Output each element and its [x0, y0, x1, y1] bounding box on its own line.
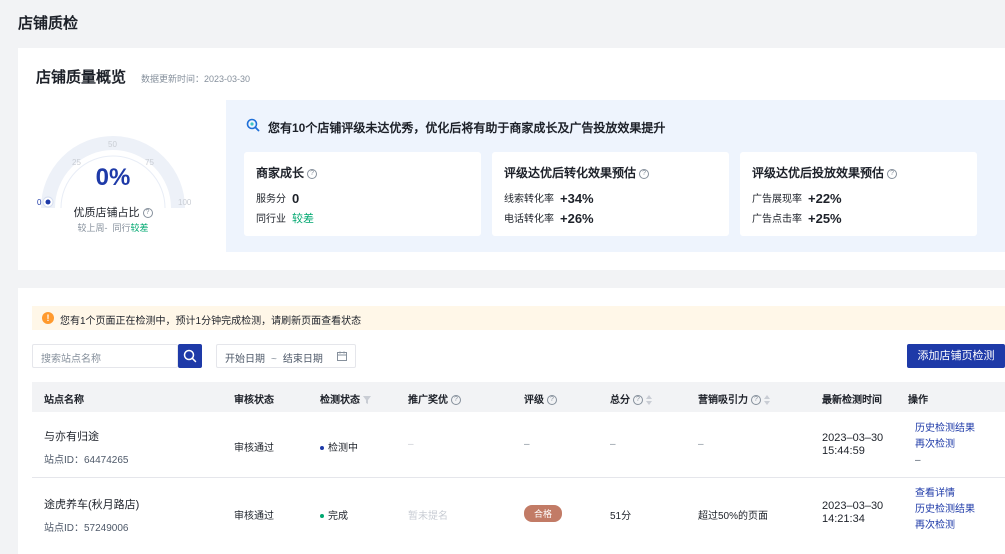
empty-action: –: [915, 455, 921, 466]
growth-card: 商家成长? 服务分 0 同行业 较差: [244, 152, 481, 236]
notice-bar: ! 您有1个页面正在检测中，预计1分钟完成检测，请刷新页面查看状态: [32, 306, 1005, 330]
notice-text: 您有1个页面正在检测中，预计1分钟完成检测，请刷新页面查看状态: [60, 316, 362, 327]
detect-status: 完成: [320, 507, 348, 522]
quality-gauge: 0 25 50 75 100 0% 优质店铺占比? 较上周- 同行较差: [28, 126, 198, 246]
promotion-value: –: [408, 439, 414, 450]
audit-status: 审核通过: [234, 511, 274, 522]
date-range-picker[interactable]: 开始日期 ~ 结束日期: [216, 344, 356, 368]
gauge-value: 0%: [95, 164, 131, 191]
col-site-name: 站点名称: [44, 395, 84, 406]
help-icon[interactable]: ?: [451, 395, 461, 406]
grade-value: 合格: [524, 505, 563, 522]
table-row: 与亦有归途 站点ID：64474265 审核通过 检测中 – – – – 202…: [32, 412, 1005, 478]
col-audit-status: 审核状态: [234, 395, 274, 406]
site-id: 站点ID：64474265: [44, 455, 129, 466]
col-latest-check-time: 最新检测时间: [822, 395, 882, 406]
insight-icon: [246, 118, 260, 132]
recheck-link[interactable]: 再次检测: [915, 518, 975, 534]
calendar-icon: [337, 351, 347, 361]
page-title: 店铺质检: [18, 15, 79, 32]
appeal-value: –: [698, 439, 704, 450]
search-button[interactable]: [178, 344, 202, 368]
help-icon[interactable]: ?: [639, 168, 650, 179]
help-icon[interactable]: ?: [633, 395, 643, 406]
check-time: 2023–03–30 14:21:34: [822, 500, 884, 525]
phone-conversion: 电话转化率 +26%: [504, 211, 594, 226]
history-results-link[interactable]: 历史检测结果: [915, 502, 975, 518]
help-icon[interactable]: ?: [307, 168, 318, 179]
status-dot: [320, 446, 324, 451]
col-actions: 操作: [908, 395, 928, 406]
ad-effect-title: 评级达优后投放效果预估?: [752, 164, 898, 181]
actions-cell: 历史检测结果 再次检测 –: [915, 421, 975, 469]
actions-cell: 查看详情 历史检测结果 再次检测: [915, 486, 975, 534]
history-results-link[interactable]: 历史检测结果: [915, 421, 975, 437]
date-end: 结束日期: [282, 354, 323, 365]
update-time: 数据更新时间：2023-03-30: [141, 74, 251, 84]
ad-effect-card: 评级达优后投放效果预估? 广告展现率 +22% 广告点击率 +25%: [740, 152, 977, 236]
help-icon[interactable]: ?: [547, 395, 557, 406]
col-total-score[interactable]: 总分?: [610, 391, 652, 406]
filter-icon[interactable]: [363, 396, 371, 405]
ad-impression-rate: 广告展现率 +22%: [752, 191, 842, 206]
grade-badge: 合格: [524, 505, 563, 522]
site-cell: 途虎养车(秋月路店) 站点ID：57249006: [44, 496, 139, 534]
appeal-value: 超过50%的页面: [698, 511, 769, 522]
col-promotion: 推广奖优?: [408, 391, 461, 406]
help-icon[interactable]: ?: [887, 168, 898, 179]
score-value: 51分: [610, 511, 632, 522]
recheck-link[interactable]: 再次检测: [915, 437, 975, 453]
promotion-value: 暂未提名: [408, 511, 448, 522]
tip-panel: 您有10个店铺评级未达优秀，优化后将有助于商家成长及广告投放效果提升 商家成长?…: [226, 100, 1005, 252]
list-card: ! 您有1个页面正在检测中，预计1分钟完成检测，请刷新页面查看状态 搜索站点名称…: [18, 288, 1005, 554]
lead-conversion: 线索转化率 +34%: [504, 191, 594, 206]
service-score: 服务分 0: [256, 191, 300, 206]
sort-icon[interactable]: [764, 395, 770, 406]
site-name: 与亦有归途: [44, 431, 99, 443]
help-icon[interactable]: ?: [751, 395, 761, 406]
gauge-label: 优质店铺占比?: [28, 204, 198, 220]
search-icon: [183, 349, 197, 363]
col-grade: 评级?: [524, 391, 557, 406]
col-marketing-appeal[interactable]: 营销吸引力?: [698, 391, 770, 406]
site-name: 途虎养车(秋月路店): [44, 499, 140, 511]
audit-status: 审核通过: [234, 443, 274, 454]
detect-status: 检测中: [320, 439, 358, 454]
peer-value: 较差: [130, 223, 149, 233]
score-value: –: [610, 439, 616, 450]
gauge-compare: 较上周- 同行较差: [77, 223, 149, 233]
col-detect-status[interactable]: 检测状态: [320, 391, 371, 406]
warning-icon: !: [42, 312, 54, 324]
ad-click-rate: 广告点击率 +25%: [752, 211, 842, 226]
table-row: 途虎养车(秋月路店) 站点ID：57249006 审核通过 完成 暂未提名 合格…: [32, 478, 1005, 554]
sort-icon[interactable]: [646, 395, 652, 406]
overview-title: 店铺质量概览: [36, 69, 127, 86]
conversion-title: 评级达优后转化效果预估?: [504, 164, 650, 181]
table-header: 站点名称 审核状态 检测状态 推广奖优? 评级? 总分? 营销吸引力? 最新检测…: [32, 382, 1005, 412]
date-start: 开始日期: [225, 354, 265, 365]
view-details-link[interactable]: 查看详情: [915, 486, 975, 502]
help-icon[interactable]: ?: [142, 208, 153, 219]
industry-compare: 同行业 较差: [256, 213, 314, 225]
grade-value: –: [524, 439, 530, 450]
search-input[interactable]: 搜索站点名称: [32, 344, 178, 368]
add-store-check-button[interactable]: 添加店铺页检测: [907, 344, 1005, 368]
status-dot: [320, 514, 324, 519]
site-id: 站点ID：57249006: [44, 523, 129, 534]
gauge-tick-50: 50: [108, 140, 117, 149]
growth-title: 商家成长?: [256, 164, 318, 181]
conversion-card: 评级达优后转化效果预估? 线索转化率 +34% 电话转化率 +26%: [492, 152, 729, 236]
tip-text: 您有10个店铺评级未达优秀，优化后将有助于商家成长及广告投放效果提升: [268, 121, 666, 135]
overview-card: 店铺质量概览 数据更新时间：2023-03-30 0 25 50 75 100 …: [18, 48, 1005, 270]
site-cell: 与亦有归途 站点ID：64474265: [44, 428, 129, 466]
check-time: 2023–03–30 15:44:59: [822, 432, 884, 457]
